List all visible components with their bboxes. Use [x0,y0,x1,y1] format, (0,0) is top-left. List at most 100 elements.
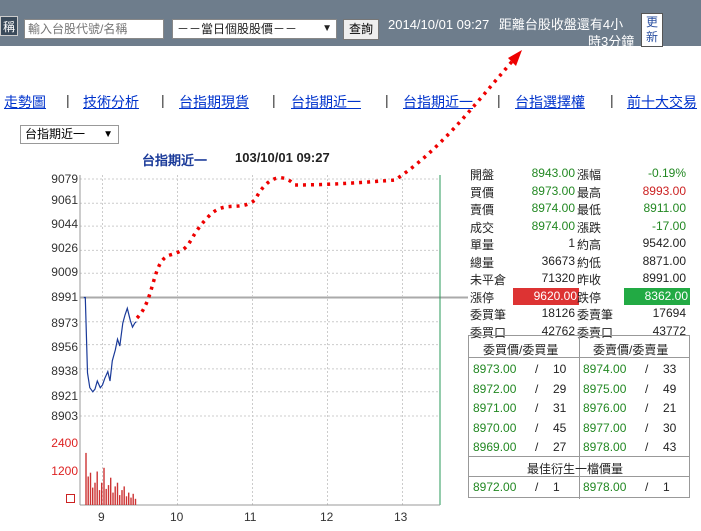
quote-row: 賣價 8974.00 最低 8911.00 [468,201,688,218]
ask-price: 8977.00 [583,420,627,435]
derived-header: 最佳衍生一檔價量 [527,462,624,476]
quote-row: 開盤 8943.00 漲幅 -0.19% [468,166,688,183]
y-tick-label: 8938 [51,364,78,378]
quote-value: -0.19% [647,166,686,180]
quote-value: 8973.00 [531,183,575,198]
slash: / [645,381,649,396]
nav-top-ten-traders[interactable]: 前十大交易 [627,92,701,112]
bid-qty: 31 [553,401,567,415]
volume-bar [87,476,89,505]
volume-bar [103,467,105,505]
ask-header: 委賣價/委賣量 [593,343,669,357]
volume-bar [121,490,123,505]
volume-bar [132,493,134,505]
y-tick-label: 9009 [51,265,78,279]
quote-label: 買價 [470,185,495,200]
quote-value: 8993.00 [642,183,686,198]
quote-value: 8974.00 [531,201,575,215]
slash: / [535,420,539,435]
quote-label: 成交 [470,220,495,235]
nav-index-futures-near[interactable]: 台指期近一 [291,92,361,112]
ask-qty: 21 [663,401,677,415]
quote-row: 漲停 9620.00 跌停 8362.00 [468,287,690,306]
volume-bar [105,488,107,505]
bid-qty: 27 [553,440,567,454]
volume-bar [85,452,87,505]
derived-bid-price: 8972.00 [473,480,517,494]
y-tick-label: 8973 [51,316,78,330]
chart-symbol-dropdown[interactable]: 台指期近一 ▼ [20,125,119,144]
limit-down-value: 8362.00 [624,287,690,305]
refresh-label-2: 新 [645,30,658,44]
volume-bar [94,482,96,505]
volume-bar [107,485,110,505]
volume-bar [134,498,137,505]
price-series-line [83,296,137,393]
quote-value: 8911.00 [643,201,687,215]
ask-price: 8974.00 [583,362,627,376]
quote-row: 單量 1 約高 9542.00 [468,236,688,253]
ask-qty: 33 [663,362,677,376]
x-tick-label: 11 [244,510,257,524]
quote-label: 賣價 [470,203,495,217]
ask-qty: 30 [663,420,677,435]
quote-label: 未平倉 [470,273,507,287]
bid-qty: 45 [553,420,567,435]
chart-time: 103/10/01 09:27 [235,150,330,165]
quote-value: 1 [568,236,575,250]
ask-qty: 49 [663,381,677,396]
toolbar-stub-button[interactable]: 稱 [0,16,18,36]
quote-value: 9542.00 [642,236,686,250]
chart-symbol-value: 台指期近一 [25,127,86,141]
quote-row: 成交 8974.00 漲跌 -17.00 [468,219,688,236]
quote-value: 8943.00 [531,166,575,180]
quote-label: 開盤 [470,168,495,182]
slash: / [535,362,539,376]
quote-value: 8974.00 [531,218,575,233]
quote-label: 漲跌 [577,220,602,235]
y-tick-label: 9079 [51,172,78,186]
nav-index-futures-spot[interactable]: 台指期現貨 [179,92,249,112]
volume-bar [116,482,119,505]
quote-row: 買價 8973.00 最高 8993.00 [468,184,688,201]
derived-ask-qty: 1 [663,480,670,494]
quote-label: 最低 [577,203,602,217]
y-tick-label: 8956 [51,340,78,354]
quote-value: 36673 [541,253,575,268]
volume-bar [98,490,101,505]
dropdown-arrow-icon: ▼ [322,23,332,34]
nav-index-options[interactable]: 台指選擇權 [515,92,585,112]
query-button[interactable]: 查詢 [343,19,379,40]
bid-header: 委買價/委買量 [483,343,559,357]
volume-bar [119,495,121,505]
volume-bar [114,486,116,505]
nav-separator: | [497,92,501,108]
quote-label: 單量 [470,238,495,252]
stock-search-input[interactable] [24,19,164,39]
top-toolbar: 稱 －－當日個股股價－－ ▼ 查詢 2014/10/01 09:27 距離台股收… [0,0,701,49]
volume-bar [112,492,114,505]
nav-separator: | [610,92,614,108]
refresh-button[interactable]: 更 新 [641,13,663,47]
quote-row: 未平倉 71320 昨收 8991.00 [468,271,688,288]
countdown-line-2: 時3分鐘 [588,34,635,49]
quote-value: 18126 [541,306,575,320]
volume-tick-label: 2400 [51,436,78,450]
quote-type-dropdown[interactable]: －－當日個股股價－－ ▼ [172,19,337,39]
quote-label: 總量 [470,255,495,270]
derived-bid-qty: 1 [553,480,560,494]
refresh-label-1: 更 [645,15,658,29]
nav-technical-analysis[interactable]: 技術分析 [83,92,139,112]
ask-price: 8976.00 [583,401,627,415]
y-tick-label: 9044 [51,217,78,231]
bid-price: 8972.00 [473,381,517,396]
volume-legend-square [66,494,75,503]
nav-index-futures-near-2[interactable]: 台指期近一 [403,92,473,112]
quote-value: 71320 [541,271,575,285]
quote-label: 約低 [577,255,602,270]
slash: / [535,381,539,396]
quote-row: 總量 36673 約低 8871.00 [468,254,688,271]
nav-separator: | [272,92,276,108]
slash: / [645,401,649,415]
nav-trend-chart[interactable]: 走勢圖 [4,92,46,112]
